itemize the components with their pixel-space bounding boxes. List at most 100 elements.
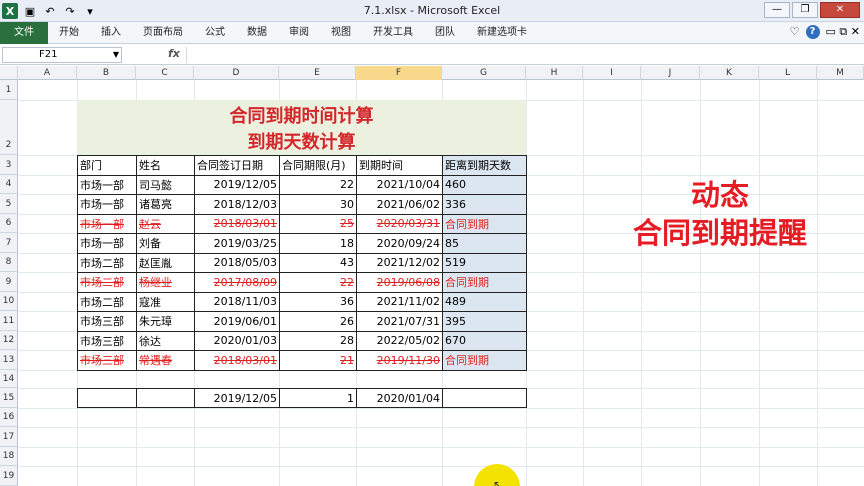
cell-sign[interactable]: 2018/12/03 xyxy=(194,194,280,215)
cell-dept[interactable]: 市场二部 xyxy=(77,291,137,312)
workbook-window-controls[interactable]: ▭ ⧉ ✕ xyxy=(826,25,860,39)
row-header-15[interactable]: 15 xyxy=(0,388,18,408)
cell-name[interactable]: 寇准 xyxy=(136,291,195,312)
header-cell[interactable]: 到期时间 xyxy=(356,155,443,176)
row-header-17[interactable]: 17 xyxy=(0,427,18,447)
column-header-b[interactable]: B xyxy=(77,66,136,80)
row-header-5[interactable]: 5 xyxy=(0,194,18,214)
cell-months[interactable]: 25 xyxy=(279,213,357,234)
cell-dept[interactable]: 市场三部 xyxy=(77,311,137,332)
cell-days[interactable]: 合同到期 xyxy=(442,213,527,234)
row-header-16[interactable]: 16 xyxy=(0,408,18,427)
row-header-11[interactable]: 11 xyxy=(0,311,18,331)
cell-sign[interactable]: 2017/08/09 xyxy=(194,272,280,293)
cell-name[interactable]: 徐达 xyxy=(136,330,195,351)
column-header-h[interactable]: H xyxy=(526,66,583,80)
tab-team[interactable]: 团队 xyxy=(424,22,466,44)
cell-days[interactable]: 670 xyxy=(442,330,527,351)
cell-days[interactable]: 336 xyxy=(442,194,527,215)
cell-months[interactable]: 36 xyxy=(279,291,357,312)
row-header-18[interactable]: 18 xyxy=(0,447,18,466)
formula-input[interactable] xyxy=(186,47,862,63)
cell-sign[interactable]: 2019/06/01 xyxy=(194,311,280,332)
cell-name[interactable]: 赵匡胤 xyxy=(136,252,195,273)
cell-sign[interactable]: 2018/03/01 xyxy=(194,350,280,371)
row-header-19[interactable]: 19 xyxy=(0,466,18,486)
cell-name[interactable]: 诸葛亮 xyxy=(136,194,195,215)
column-header-f[interactable]: F xyxy=(356,66,442,80)
tab-file[interactable]: 文件 xyxy=(0,21,48,44)
header-cell[interactable]: 合同期限(月) xyxy=(279,155,357,176)
row-header-9[interactable]: 9 xyxy=(0,272,18,292)
cell-dept[interactable]: 市场二部 xyxy=(77,272,137,293)
cell-months[interactable]: 18 xyxy=(279,233,357,254)
cell-months[interactable]: 21 xyxy=(279,350,357,371)
row-header-12[interactable]: 12 xyxy=(0,331,18,350)
tab-view[interactable]: 视图 xyxy=(320,22,362,44)
cell-months[interactable]: 26 xyxy=(279,311,357,332)
cell-name[interactable]: 常遇春 xyxy=(136,350,195,371)
column-header-m[interactable]: M xyxy=(817,66,864,80)
cell-due[interactable]: 2019/11/30 xyxy=(356,350,443,371)
tab-insert[interactable]: 插入 xyxy=(90,22,132,44)
row-header-2[interactable]: 2 xyxy=(0,100,18,155)
header-cell[interactable]: 合同签订日期 xyxy=(194,155,280,176)
cell-due[interactable]: 2021/07/31 xyxy=(356,311,443,332)
cell-due[interactable]: 2021/06/02 xyxy=(356,194,443,215)
tab-new-tab[interactable]: 新建选项卡 xyxy=(466,22,538,44)
select-all-corner[interactable] xyxy=(0,66,18,80)
row-header-1[interactable]: 1 xyxy=(0,80,18,100)
tab-data[interactable]: 数据 xyxy=(236,22,278,44)
cell-due[interactable]: 2020/09/24 xyxy=(356,233,443,254)
column-header-i[interactable]: I xyxy=(583,66,641,80)
tab-formulas[interactable]: 公式 xyxy=(194,22,236,44)
column-header-g[interactable]: G xyxy=(442,66,526,80)
cell-g15[interactable] xyxy=(442,388,527,408)
cell-due[interactable]: 2022/05/02 xyxy=(356,330,443,351)
cell-dept[interactable]: 市场一部 xyxy=(77,174,137,195)
function-icon[interactable]: fx xyxy=(168,47,180,60)
cell-dept[interactable]: 市场一部 xyxy=(77,233,137,254)
help-icon[interactable]: ? xyxy=(805,25,820,39)
header-cell[interactable]: 距离到期天数 xyxy=(442,155,527,176)
cell-months[interactable]: 30 xyxy=(279,194,357,215)
cell-due[interactable]: 2021/12/02 xyxy=(356,252,443,273)
cell-b15[interactable] xyxy=(77,388,137,408)
cell-sign[interactable]: 2020/01/03 xyxy=(194,330,280,351)
sheet-title-block[interactable]: 合同到期时间计算 到期天数计算 xyxy=(77,100,526,155)
tab-review[interactable]: 审阅 xyxy=(278,22,320,44)
column-header-e[interactable]: E xyxy=(279,66,356,80)
cell-name[interactable]: 司马懿 xyxy=(136,174,195,195)
cell-due[interactable]: 2021/10/04 xyxy=(356,174,443,195)
cell-due[interactable]: 2020/03/31 xyxy=(356,213,443,234)
cell-sign[interactable]: 2018/11/03 xyxy=(194,291,280,312)
row-header-14[interactable]: 14 xyxy=(0,370,18,388)
cell-sign[interactable]: 2018/05/03 xyxy=(194,252,280,273)
close-button[interactable]: ✕ xyxy=(820,2,860,18)
cell-dept[interactable]: 市场二部 xyxy=(77,252,137,273)
cell-sign[interactable]: 2019/12/05 xyxy=(194,174,280,195)
cell-days[interactable]: 85 xyxy=(442,233,527,254)
minimize-button[interactable]: — xyxy=(764,2,790,18)
row-header-3[interactable]: 3 xyxy=(0,155,18,175)
column-header-j[interactable]: J xyxy=(641,66,700,80)
row-header-4[interactable]: 4 xyxy=(0,175,18,194)
chevron-down-icon[interactable]: ▼ xyxy=(113,48,119,62)
cell-days[interactable]: 460 xyxy=(442,174,527,195)
row-header-13[interactable]: 13 xyxy=(0,350,18,370)
cell-dept[interactable]: 市场三部 xyxy=(77,330,137,351)
cell-days[interactable]: 合同到期 xyxy=(442,350,527,371)
cell-dept[interactable]: 市场一部 xyxy=(77,213,137,234)
cell-sign[interactable]: 2019/03/25 xyxy=(194,233,280,254)
cell-days[interactable]: 合同到期 xyxy=(442,272,527,293)
tab-developer[interactable]: 开发工具 xyxy=(362,22,424,44)
column-header-k[interactable]: K xyxy=(700,66,759,80)
cell-c15[interactable] xyxy=(136,388,195,408)
row-header-7[interactable]: 7 xyxy=(0,233,18,253)
tab-home[interactable]: 开始 xyxy=(48,22,90,44)
minimize-ribbon-icon[interactable]: ♡ xyxy=(790,25,800,39)
cell-months[interactable]: 22 xyxy=(279,174,357,195)
cell-name[interactable]: 朱元璋 xyxy=(136,311,195,332)
restore-button[interactable]: ❐ xyxy=(792,2,818,18)
cell-name[interactable]: 赵云 xyxy=(136,213,195,234)
